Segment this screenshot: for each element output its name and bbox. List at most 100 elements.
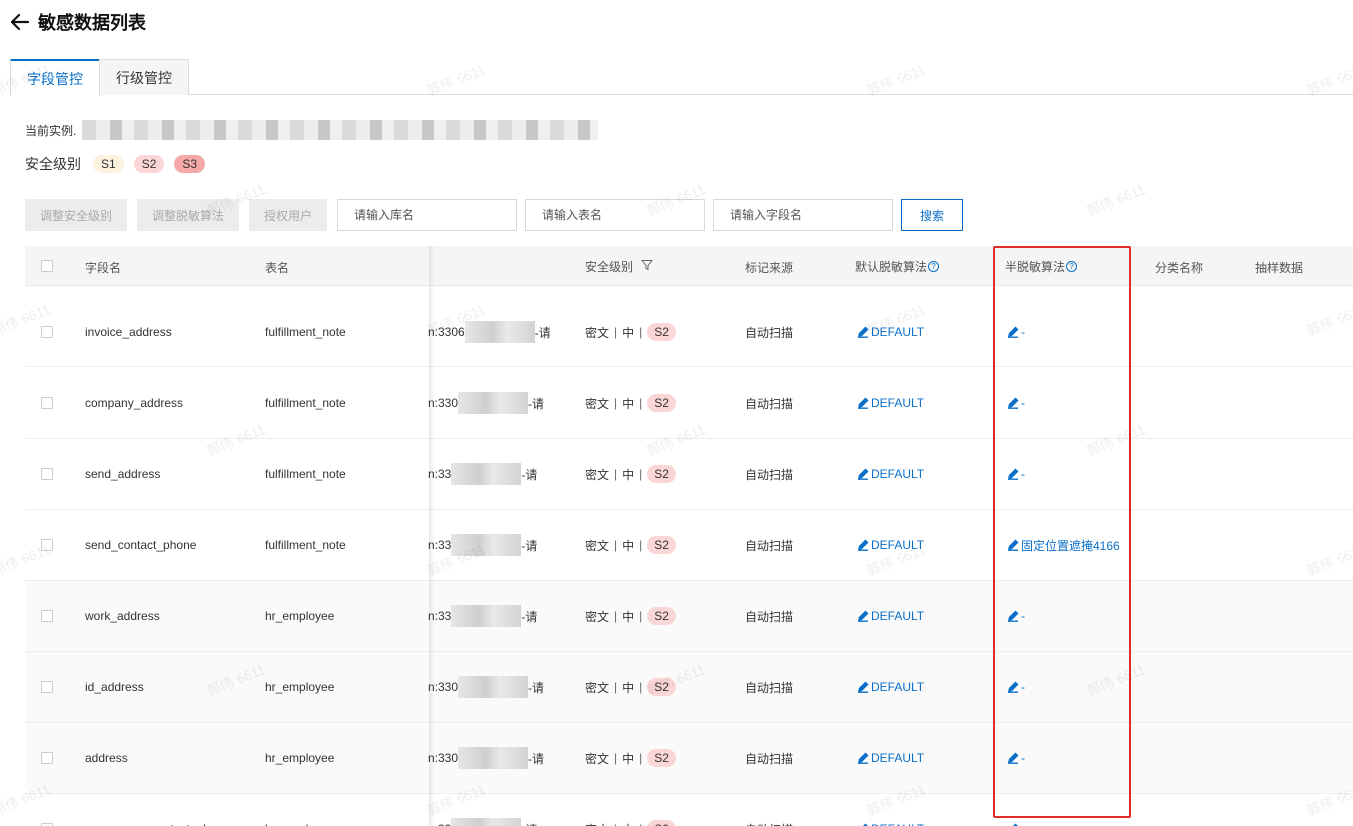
row-checkbox[interactable] bbox=[41, 326, 53, 338]
row-checkbox[interactable] bbox=[41, 681, 53, 693]
db-suffix: -请 bbox=[528, 680, 545, 695]
half-algo-link[interactable]: - bbox=[1007, 394, 1025, 412]
select-all-checkbox[interactable] bbox=[41, 260, 53, 272]
half-algo-value: - bbox=[1021, 396, 1025, 410]
default-algo-link[interactable]: DEFAULT bbox=[857, 323, 924, 341]
half-algo-link[interactable]: 固定位置遮掩4166 bbox=[1007, 536, 1120, 554]
table-name: hr_employee bbox=[265, 820, 334, 826]
db-name-input[interactable] bbox=[337, 199, 518, 231]
row-checkbox[interactable] bbox=[41, 397, 53, 409]
default-algo-link[interactable]: DEFAULT bbox=[857, 820, 924, 826]
page-title: 敏感数据列表 bbox=[38, 13, 146, 33]
half-algo-link[interactable]: - bbox=[1007, 465, 1025, 483]
field-name: invoice_address bbox=[85, 325, 172, 339]
db-redacted bbox=[451, 463, 522, 485]
cipher-text: 密文 bbox=[585, 821, 609, 826]
search-button[interactable]: 搜索 bbox=[901, 199, 964, 231]
table-header: 字段名 表名 安全级别 标记来源 默认脱敏算法 ? 半脱敏算法 ? 分类名称 抽… bbox=[25, 246, 1353, 286]
half-algo-link[interactable]: - bbox=[1007, 323, 1025, 341]
table-row: emergency_contact_phone hr_employee n:33… bbox=[25, 794, 1353, 826]
adjust-algorithm-button[interactable]: 调整脱敏算法 bbox=[137, 199, 240, 231]
mark-source: 自动扫描 bbox=[745, 609, 794, 624]
mark-source: 自动扫描 bbox=[745, 396, 794, 411]
db-instance: n:33 -请 bbox=[428, 463, 537, 485]
half-algo-value: - bbox=[1021, 609, 1025, 623]
table-name-input[interactable] bbox=[525, 199, 706, 231]
table-row: id_address hr_employee n:330 -请 密文 | 中 |… bbox=[25, 652, 1353, 723]
header-field: 字段名 bbox=[85, 261, 122, 275]
half-algo-value: - bbox=[1021, 325, 1025, 339]
mark-source: 自动扫描 bbox=[745, 538, 794, 553]
row-checkbox[interactable] bbox=[41, 539, 53, 551]
default-algo-link[interactable]: DEFAULT bbox=[857, 536, 924, 554]
row-checkbox[interactable] bbox=[41, 468, 53, 480]
half-algo-value: - bbox=[1021, 680, 1025, 694]
level-tag: S2 bbox=[647, 465, 676, 483]
default-algo-link[interactable]: DEFAULT bbox=[857, 678, 924, 696]
default-algo-link[interactable]: DEFAULT bbox=[857, 607, 924, 625]
adjust-level-button[interactable]: 调整安全级别 bbox=[25, 199, 128, 231]
header-half-algo-label: 半脱敏算法 bbox=[1005, 260, 1066, 274]
security-level-cell: 密文 | 中 | S2 bbox=[585, 323, 676, 341]
db-instance: n:330 -请 bbox=[428, 747, 544, 769]
level-mid: 中 bbox=[622, 325, 635, 340]
half-algo-link[interactable]: - bbox=[1007, 749, 1025, 767]
edit-icon bbox=[857, 752, 869, 764]
header-level-label: 安全级别 bbox=[585, 260, 634, 274]
default-algo-link[interactable]: DEFAULT bbox=[857, 394, 924, 412]
row-checkbox[interactable] bbox=[41, 610, 53, 622]
edit-icon bbox=[1007, 468, 1019, 480]
tab-row-control[interactable]: 行级管控 bbox=[99, 59, 189, 95]
level-mid: 中 bbox=[622, 821, 634, 826]
arrow-left-icon[interactable] bbox=[10, 12, 30, 32]
field-name: address bbox=[85, 751, 128, 765]
cipher-text: 密文 bbox=[585, 680, 610, 695]
level-mid: 中 bbox=[622, 538, 635, 553]
instance-value-redacted bbox=[82, 120, 599, 140]
half-algo-link[interactable]: - bbox=[1007, 607, 1025, 625]
level-mid: 中 bbox=[622, 751, 635, 766]
edit-icon bbox=[857, 610, 869, 622]
field-name: company_address bbox=[85, 396, 184, 410]
level-mid: 中 bbox=[622, 396, 635, 411]
sensitive-data-table: 字段名 表名 安全级别 标记来源 默认脱敏算法 ? 半脱敏算法 ? 分类名称 抽… bbox=[25, 246, 1353, 826]
field-name: send_contact_phone bbox=[85, 538, 197, 552]
edit-icon bbox=[1007, 539, 1019, 551]
default-algo-value: DEFAULT bbox=[871, 751, 925, 765]
help-icon[interactable]: ? bbox=[1066, 261, 1078, 272]
table-row: send_contact_phone fulfillment_note n:33… bbox=[25, 510, 1353, 581]
mark-source: 自动扫描 bbox=[745, 820, 793, 826]
table-row: address hr_employee n:330 -请 密文 | 中 | S2… bbox=[25, 723, 1353, 794]
table-name: fulfillment_note bbox=[265, 467, 346, 481]
level-tag-s3: S3 bbox=[174, 155, 206, 173]
table-row: company_address fulfillment_note n:330 -… bbox=[25, 368, 1353, 439]
header-level: 安全级别 bbox=[585, 258, 654, 275]
header-source: 标记来源 bbox=[745, 261, 794, 275]
half-algo-link[interactable]: - bbox=[1007, 820, 1025, 826]
level-tag: S2 bbox=[647, 607, 676, 625]
default-algo-value: DEFAULT bbox=[871, 396, 925, 410]
toolbar: 调整安全级别 调整脱敏算法 授权用户 搜索 bbox=[25, 199, 964, 231]
default-algo-link[interactable]: DEFAULT bbox=[857, 749, 924, 767]
table-name: fulfillment_note bbox=[265, 325, 346, 339]
half-algo-link[interactable]: - bbox=[1007, 678, 1025, 696]
db-suffix: -请 bbox=[521, 467, 538, 482]
field-name-input[interactable] bbox=[713, 199, 894, 231]
edit-icon bbox=[1007, 397, 1019, 409]
cipher-text: 密文 bbox=[585, 325, 610, 340]
edit-icon bbox=[1007, 610, 1019, 622]
security-level-cell: 密文 | 中 | S2 bbox=[585, 820, 676, 826]
help-icon[interactable]: ? bbox=[928, 261, 940, 272]
tab-field-control[interactable]: 字段管控 bbox=[10, 59, 100, 96]
mark-source: 自动扫描 bbox=[745, 467, 794, 482]
filter-icon[interactable] bbox=[640, 259, 654, 274]
level-tag: S2 bbox=[647, 749, 676, 767]
security-level-cell: 密文 | 中 | S2 bbox=[585, 749, 676, 767]
edit-icon bbox=[857, 539, 869, 551]
cipher-text: 密文 bbox=[585, 467, 610, 482]
row-checkbox[interactable] bbox=[41, 752, 53, 764]
half-algo-value: 固定位置遮掩4166 bbox=[1021, 538, 1120, 553]
db-suffix: -请 bbox=[521, 538, 538, 553]
default-algo-link[interactable]: DEFAULT bbox=[857, 465, 924, 483]
grant-user-button[interactable]: 授权用户 bbox=[249, 199, 328, 231]
